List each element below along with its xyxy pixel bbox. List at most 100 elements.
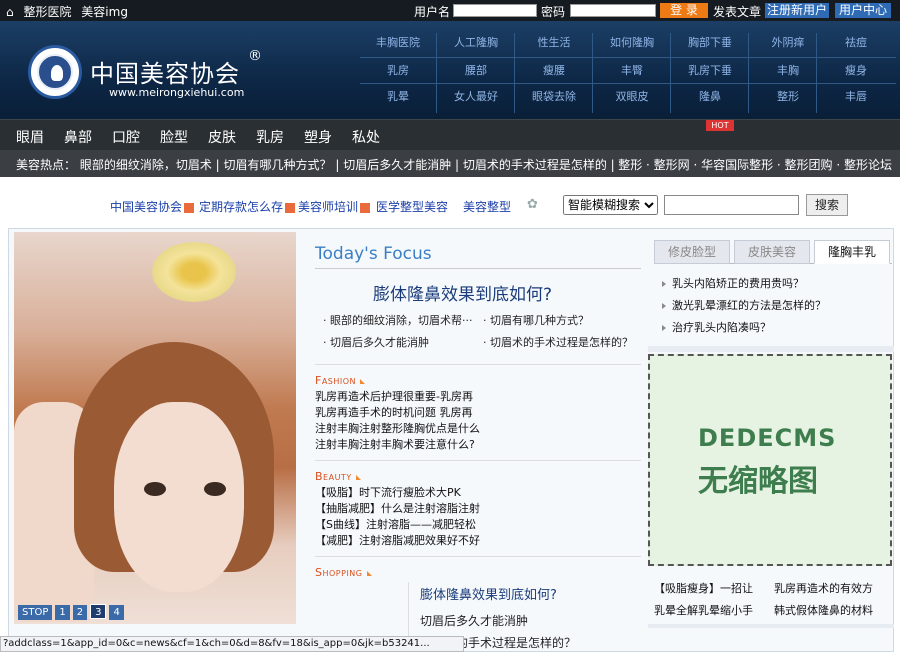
- focus-bullet[interactable]: · 切眉术的手术过程是怎样的？: [483, 334, 633, 350]
- header-link[interactable]: 瘦身: [818, 65, 894, 77]
- header-link[interactable]: 丰胸: [750, 65, 826, 77]
- header-link[interactable]: 双眼皮: [594, 91, 670, 103]
- tab-face-shape[interactable]: 修皮脸型: [654, 240, 730, 264]
- bottom-link[interactable]: 乳晕全解乳晕缩小手: [654, 602, 753, 618]
- focus-bullet[interactable]: · 眼部的细纹消除，切眉术帮···: [323, 312, 472, 328]
- nav-item[interactable]: 鼻部: [64, 127, 92, 147]
- nav-item[interactable]: 塑身: [304, 127, 332, 147]
- beauty-item[interactable]: 【S曲线】注射溶脂——减肥轻松: [315, 516, 476, 532]
- beauty-item[interactable]: 【抽脂减肥】什么是注射溶脂注射: [315, 500, 480, 516]
- bottom-link[interactable]: 【吸脂瘦身】一招让: [654, 580, 753, 596]
- tab-list-item[interactable]: 激光乳晕漂红的方法是怎样的？: [662, 297, 826, 313]
- section-fashion[interactable]: Fashion: [315, 374, 366, 387]
- link-cosmetic[interactable]: 美容整型: [463, 198, 511, 215]
- site-header: 中国美容协会 ® www.meirongxiehui.com 丰胸医院 人工隆胸性…: [0, 21, 900, 119]
- tab-breast[interactable]: 隆胸丰乳: [814, 240, 890, 264]
- slideshow-page-3[interactable]: 3: [90, 604, 107, 619]
- header-link[interactable]: 腰部: [438, 65, 514, 77]
- shopping-headline[interactable]: 膨体隆鼻效果到底如何?: [420, 584, 557, 603]
- user-center-button[interactable]: 用户中心: [835, 3, 891, 18]
- slideshow-image[interactable]: STOP 1 2 3 4: [14, 232, 296, 624]
- top-links: ⌂ 整形医院 美容img: [6, 3, 134, 20]
- slideshow-page-2[interactable]: 2: [72, 605, 88, 620]
- fashion-item[interactable]: 乳房再造手术的时机问题 乳房再: [315, 404, 473, 420]
- header-link[interactable]: 隆鼻: [672, 91, 748, 103]
- focus-column: Today's Focus 膨体隆鼻效果到底如何? · 眼部的细纹消除，切眉术帮…: [305, 232, 645, 652]
- paw-icon: ✿: [527, 197, 538, 212]
- header-link[interactable]: 外阴痒: [750, 37, 826, 49]
- link-training[interactable]: 美容师培训: [298, 198, 371, 215]
- password-input[interactable]: [570, 4, 656, 17]
- fashion-item[interactable]: 注射丰胸注射整形隆胸优点是什么: [315, 420, 480, 436]
- header-link[interactable]: 性生活: [516, 37, 592, 49]
- tab-skin-beauty[interactable]: 皮肤美容: [734, 240, 810, 264]
- beauty-item[interactable]: 【减肥】注射溶脂减肥效果好不好: [315, 532, 480, 548]
- hot-topics-label: 美容热点：: [16, 158, 77, 172]
- slideshow-stop-button[interactable]: STOP: [18, 605, 53, 620]
- beauty-item[interactable]: 【吸脂】时下流行瘦脸术大PK: [315, 484, 461, 500]
- header-link[interactable]: 乳房下垂: [672, 65, 748, 77]
- register-button[interactable]: 注册新用户: [765, 3, 829, 18]
- right-tabs: 修皮脸型 皮肤美容 隆胸丰乳: [654, 240, 892, 264]
- header-link[interactable]: 丰臀: [594, 65, 670, 77]
- arrow-icon: [366, 571, 372, 576]
- nav-item[interactable]: 皮肤: [208, 127, 236, 147]
- username-input[interactable]: [453, 4, 537, 17]
- flower-decoration: [152, 242, 236, 302]
- slideshow-page-1[interactable]: 1: [55, 605, 70, 620]
- header-link[interactable]: 女人最好: [438, 91, 514, 103]
- new-badge-icon: [360, 202, 371, 213]
- home-icon[interactable]: ⌂: [6, 5, 14, 19]
- section-shopping[interactable]: Shopping: [315, 566, 372, 579]
- focus-title: Today's Focus: [315, 244, 432, 264]
- shopping-item[interactable]: 切眉后多久才能消肿: [420, 612, 528, 629]
- header-link[interactable]: 乳房: [360, 65, 436, 77]
- bullet-arrow-icon: [662, 325, 666, 331]
- focus-headline[interactable]: 膨体隆鼻效果到底如何?: [373, 280, 552, 305]
- bottom-link[interactable]: 韩式假体隆鼻的材料: [774, 602, 873, 618]
- focus-bullet[interactable]: · 切眉有哪几种方式？: [483, 312, 589, 328]
- search-mode-select[interactable]: 智能模糊搜索: [563, 195, 658, 215]
- tab-list-item[interactable]: 乳头内陷矫正的费用贵吗？: [662, 275, 804, 291]
- link-deposit[interactable]: 定期存款怎么存: [199, 198, 296, 215]
- search-input[interactable]: [664, 195, 799, 215]
- link-medical[interactable]: 医学整型美容: [376, 198, 448, 215]
- bullet-arrow-icon: [662, 281, 666, 287]
- hot-topics-right[interactable]: 整形 · 整形网 · 华容国际整形 · 整形团购 · 整形论坛: [618, 156, 892, 173]
- nav-item[interactable]: 私处: [352, 127, 380, 147]
- top-link-beauty[interactable]: 美容img: [81, 5, 128, 19]
- header-link[interactable]: 整形: [750, 91, 826, 103]
- no-thumbnail-placeholder[interactable]: DEDECMS 无缩略图: [648, 354, 892, 566]
- header-link[interactable]: 如何隆胸: [594, 37, 670, 49]
- header-link[interactable]: 乳晕: [360, 91, 436, 103]
- nav-item[interactable]: 口腔: [112, 127, 140, 147]
- header-link[interactable]: 人工隆胸: [438, 37, 514, 49]
- header-link[interactable]: 祛痘: [818, 37, 894, 49]
- link-association[interactable]: 中国美容协会: [110, 198, 195, 215]
- nav-item[interactable]: 眼眉: [16, 127, 44, 147]
- login-button[interactable]: 登 录: [660, 3, 708, 18]
- logo-title[interactable]: 中国美容协会: [90, 54, 240, 89]
- nav-item[interactable]: 乳房: [256, 127, 284, 147]
- fashion-item[interactable]: 注射丰胸注射丰胸术要注意什么?: [315, 436, 475, 452]
- header-link[interactable]: 丰唇: [818, 91, 894, 103]
- bottom-link[interactable]: 乳房再造术的有效方: [774, 580, 873, 596]
- header-link[interactable]: 瘦腰: [516, 65, 592, 77]
- hot-topics-bar: 美容热点： 眼部的细纹消除，切眉术 | 切眉有哪几种方式？ | 切眉后多久才能消…: [0, 150, 900, 177]
- header-link[interactable]: 胸部下垂: [672, 37, 748, 49]
- nav-item[interactable]: 脸型: [160, 127, 188, 147]
- fashion-item[interactable]: 乳房再造术后护理很重要-乳房再: [315, 388, 473, 404]
- header-link[interactable]: 眼袋去除: [516, 91, 592, 103]
- tab-list-item[interactable]: 治疗乳头内陷凑吗？: [662, 319, 771, 335]
- post-article-link[interactable]: 发表文章: [713, 3, 761, 20]
- new-badge-icon: [184, 202, 195, 213]
- section-beauty[interactable]: Beauty: [315, 470, 361, 483]
- slideshow-page-4[interactable]: 4: [109, 605, 124, 620]
- top-link-hospital[interactable]: 整形医院: [23, 5, 71, 19]
- hot-topics-links[interactable]: 眼部的细纹消除，切眉术 | 切眉有哪几种方式？ | 切眉后多久才能消肿 | 切眉…: [80, 158, 615, 172]
- hot-topics-left: 美容热点： 眼部的细纹消除，切眉术 | 切眉有哪几种方式？ | 切眉后多久才能消…: [16, 156, 615, 173]
- header-link[interactable]: 丰胸医院: [360, 37, 436, 49]
- focus-bullet[interactable]: · 切眉后多久才能消肿: [323, 334, 429, 350]
- search-button[interactable]: 搜索: [806, 194, 848, 216]
- logo-emblem-icon[interactable]: [28, 45, 82, 99]
